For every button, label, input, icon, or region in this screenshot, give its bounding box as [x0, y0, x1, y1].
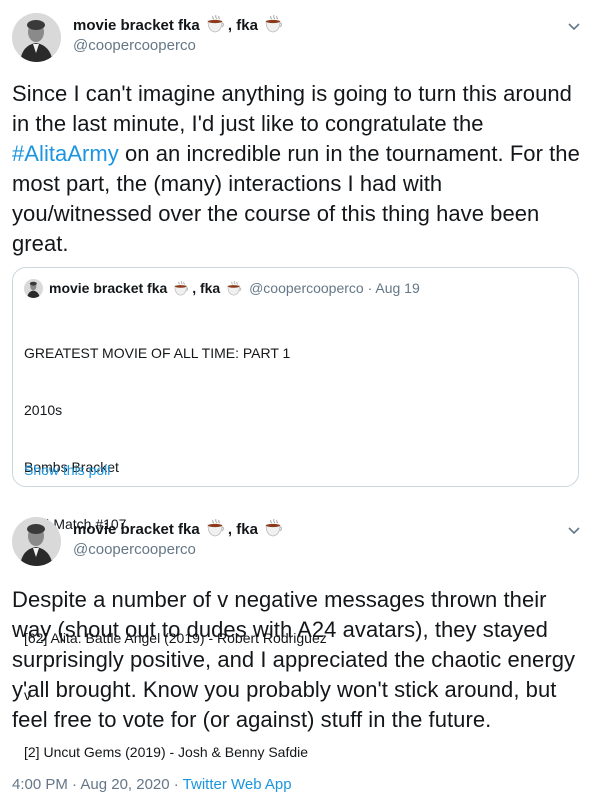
hot-beverage-icon [207, 519, 224, 537]
quoted-line: [2] Uncut Gems (2019) - Josh & Benny Saf… [24, 744, 309, 760]
tweet-text: Despite a number of v negative messages … [12, 587, 576, 732]
source-app-link[interactable]: Twitter Web App [183, 776, 292, 793]
avatar[interactable] [12, 517, 61, 566]
tweet-timestamp: 4:00 PM · Aug 20, 2020 · Twitter Web App [12, 776, 292, 793]
quoted-line: GREATEST MOVIE OF ALL TIME: PART 1 [24, 345, 291, 361]
quoted-line: 2010s [24, 402, 63, 418]
quoted-avatar [24, 279, 43, 298]
hot-beverage-icon [265, 15, 283, 33]
hashtag-link[interactable]: #AlitaArmy [12, 141, 119, 166]
chevron-down-icon[interactable] [566, 522, 582, 538]
chevron-down-icon[interactable] [566, 18, 582, 34]
tweet-text: Since I can't imagine anything is going … [12, 81, 580, 256]
display-name[interactable]: movie bracket fka , fka [73, 519, 286, 538]
hot-beverage-icon [265, 519, 283, 537]
hot-beverage-icon [207, 15, 224, 33]
hot-beverage-icon [227, 281, 242, 296]
timestamp-link[interactable]: 4:00 PM · Aug 20, 2020 · [12, 776, 183, 793]
display-name[interactable]: movie bracket fka , fka [73, 15, 286, 34]
quoted-display-name: movie bracket fka , fka @coopercooperco … [49, 280, 420, 296]
quoted-handle-date: @coopercooperco · Aug 19 [249, 280, 420, 296]
handle[interactable]: @coopercooperco [73, 37, 196, 54]
avatar[interactable] [12, 13, 61, 62]
show-poll-link[interactable]: Show this poll [24, 462, 110, 478]
handle[interactable]: @coopercooperco [73, 541, 196, 558]
quoted-tweet[interactable]: movie bracket fka , fka @coopercooperco … [12, 267, 579, 760]
hot-beverage-icon [174, 281, 189, 296]
